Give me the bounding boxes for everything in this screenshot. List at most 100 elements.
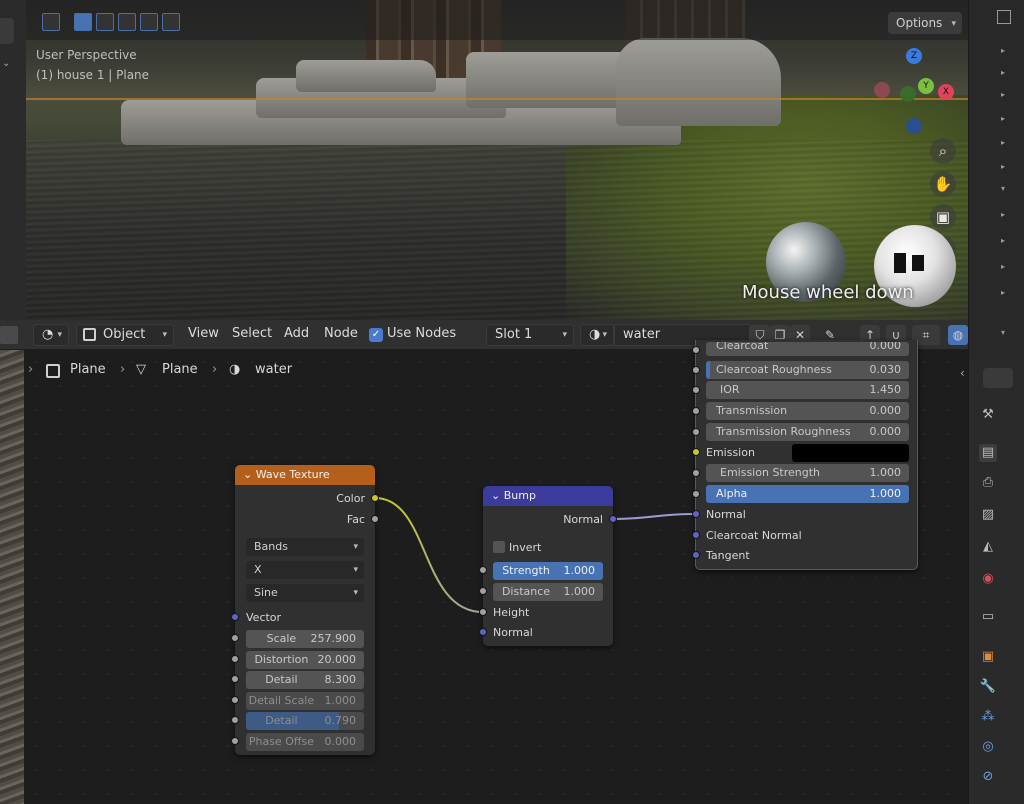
output-color-socket[interactable]	[371, 494, 379, 502]
detail-scale-field[interactable]: Detail Scale 1.000	[246, 692, 364, 710]
strength-label: Strength	[502, 564, 550, 577]
alpha-field[interactable]: Alpha 1.000	[706, 485, 909, 503]
distance-field[interactable]: Distance 1.000	[493, 583, 603, 601]
emission-strength-label: Emission Strength	[720, 466, 821, 479]
properties-editor-type-dropdown[interactable]	[983, 368, 1013, 388]
output-fac-socket[interactable]	[371, 515, 379, 523]
input-transmission-roughness-socket[interactable]	[692, 428, 700, 436]
input-normal-socket[interactable]	[479, 628, 487, 636]
input-emission-socket[interactable]	[692, 448, 700, 456]
view-layer-icon[interactable]: ▨	[979, 506, 997, 524]
clearcoat-roughness-field[interactable]: Clearcoat Roughness 0.030	[706, 361, 909, 379]
render-properties-icon[interactable]: ▤	[979, 444, 997, 462]
sidebar-toggle-icon[interactable]: ‹	[960, 366, 965, 380]
direction-select[interactable]: X ▾	[246, 561, 364, 579]
output-color-label: Color	[336, 492, 365, 505]
input-clearcoat-socket[interactable]	[692, 346, 700, 354]
emission-strength-value: 1.000	[869, 466, 902, 479]
scale-field[interactable]: Scale 257.900	[246, 630, 364, 648]
input-detail-socket[interactable]	[231, 675, 239, 683]
detail-roughness-field[interactable]: Detail Roughn 0.790	[246, 712, 364, 730]
input-vector-socket[interactable]	[231, 613, 239, 621]
input-ior-socket[interactable]	[692, 386, 700, 394]
transmission-field[interactable]: Transmission 0.000	[706, 402, 909, 420]
transmission-value: 0.000	[869, 404, 902, 417]
wave-texture-header[interactable]: ⌄ Wave Texture	[235, 465, 375, 485]
clearcoat-field[interactable]: Clearcoat 0.000	[706, 342, 909, 356]
input-detail-roughness-socket[interactable]	[231, 716, 239, 724]
input-clearcoat-normal-label: Clearcoat Normal	[706, 529, 802, 542]
output-normal-label: Normal	[563, 513, 603, 526]
detail-field[interactable]: Detail 8.300	[246, 671, 364, 689]
input-detail-scale-socket[interactable]	[231, 696, 239, 704]
output-properties-icon[interactable]: ⎙	[979, 474, 997, 492]
input-normal-socket[interactable]	[692, 510, 700, 518]
detail-roughness-value: 0.790	[324, 714, 357, 727]
collection-properties-icon[interactable]: ▭	[979, 608, 997, 626]
detail-scale-label: Detail Scale	[248, 694, 315, 707]
input-alpha-socket[interactable]	[692, 490, 700, 498]
wave-texture-title: Wave Texture	[255, 468, 330, 481]
particles-properties-icon[interactable]: ⁂	[979, 708, 997, 726]
output-normal-socket[interactable]	[609, 515, 617, 523]
tool-settings-icon[interactable]: ⚒	[979, 406, 997, 424]
alpha-value: 1.000	[869, 487, 902, 500]
emission-label: Emission	[706, 446, 755, 459]
distortion-field[interactable]: Distortion 20.000	[246, 651, 364, 669]
ior-field[interactable]: IOR 1.450	[706, 381, 909, 399]
emission-strength-field[interactable]: Emission Strength 1.000	[706, 464, 909, 482]
input-normal-label: Normal	[706, 508, 746, 521]
input-height-socket[interactable]	[479, 608, 487, 616]
input-emission-strength-socket[interactable]	[692, 469, 700, 477]
input-clearcoat-normal-socket[interactable]	[692, 531, 700, 539]
clearcoat-value: 0.000	[869, 342, 902, 352]
collapse-chevron-icon[interactable]: ⌄	[491, 489, 500, 502]
modifier-properties-icon[interactable]: 🔧	[979, 678, 997, 696]
input-scale-socket[interactable]	[231, 634, 239, 642]
output-fac-label: Fac	[346, 513, 365, 526]
wave-type-select[interactable]: Bands ▾	[246, 538, 364, 556]
input-clearcoat-roughness-socket[interactable]	[692, 366, 700, 374]
world-properties-icon[interactable]: ◉	[979, 570, 997, 588]
bump-title: Bump	[503, 489, 536, 502]
input-vector-label: Vector	[246, 611, 282, 624]
chevron-down-icon: ▾	[353, 565, 358, 575]
constraints-properties-icon[interactable]: ⊘	[979, 768, 997, 786]
transmission-roughness-value: 0.000	[869, 425, 902, 438]
input-tangent-socket[interactable]	[692, 551, 700, 559]
profile-value: Sine	[254, 586, 278, 599]
input-strength-socket[interactable]	[479, 566, 487, 574]
link-normal-to-normal[interactable]	[612, 513, 696, 520]
distance-value: 1.000	[563, 585, 596, 598]
distance-label: Distance	[501, 585, 551, 598]
invert-checkbox[interactable]	[493, 541, 505, 553]
phase-offset-label: Phase Offse	[248, 735, 314, 748]
principled-bsdf-node[interactable]: Clearcoat 0.000 Clearcoat Roughness 0.03…	[692, 340, 918, 570]
bump-header[interactable]: ⌄ Bump	[483, 486, 613, 506]
properties-panel: ⚒ ▤ ⎙ ▨ ◭ ◉ ▭ ▣ 🔧 ⁂ ◎ ⊘	[968, 360, 1024, 804]
bump-node[interactable]: ⌄ Bump Normal Invert Strength 1.000 Dist…	[479, 486, 617, 646]
direction-value: X	[254, 563, 262, 576]
detail-roughness-label: Detail Roughn	[265, 714, 298, 727]
input-phase-offset-socket[interactable]	[231, 737, 239, 745]
wave-texture-node[interactable]: ⌄ Wave Texture Color Fac Bands ▾ X ▾ Sin…	[231, 465, 379, 755]
link-color-to-height[interactable]	[374, 497, 484, 613]
physics-properties-icon[interactable]: ◎	[979, 738, 997, 756]
phase-offset-field[interactable]: Phase Offse 0.000	[246, 733, 364, 751]
scene-properties-icon[interactable]: ◭	[979, 538, 997, 556]
input-transmission-socket[interactable]	[692, 407, 700, 415]
profile-select[interactable]: Sine ▾	[246, 584, 364, 602]
strength-field[interactable]: Strength 1.000	[493, 562, 603, 580]
chevron-down-icon: ▾	[353, 588, 358, 598]
transmission-roughness-label: Transmission Roughness	[716, 425, 851, 438]
transmission-roughness-field[interactable]: Transmission Roughness 0.000	[706, 423, 909, 441]
distortion-label: Distortion	[254, 653, 309, 666]
emission-color-swatch[interactable]	[792, 444, 909, 462]
collapse-chevron-icon[interactable]: ⌄	[243, 468, 252, 481]
clearcoat-roughness-fill	[706, 361, 710, 379]
object-properties-icon[interactable]: ▣	[979, 648, 997, 666]
input-distance-socket[interactable]	[479, 587, 487, 595]
detail-scale-value: 1.000	[324, 694, 357, 707]
input-distortion-socket[interactable]	[231, 655, 239, 663]
input-height-label: Height	[493, 606, 530, 619]
